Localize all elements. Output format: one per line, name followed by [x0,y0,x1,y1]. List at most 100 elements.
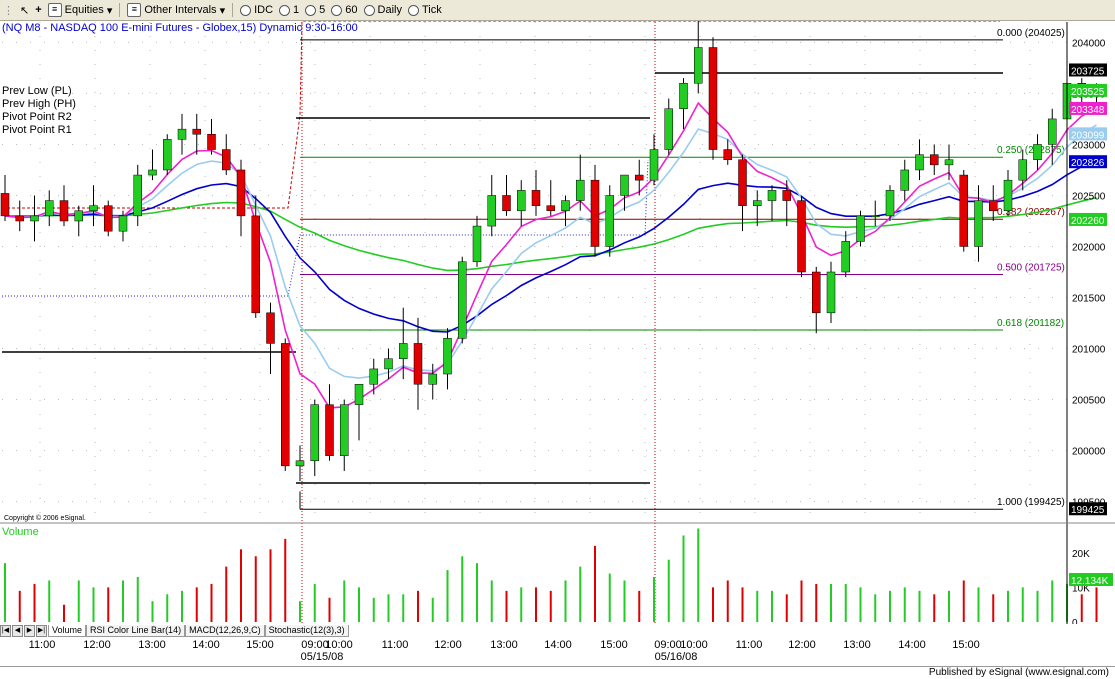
radio-icon [331,4,343,16]
candle-body [738,159,747,206]
fib-level-label: 0.618 (201182) [997,318,1064,329]
toolbar-grip: ⋮ [3,4,14,17]
price-tag-text: 203348 [1071,105,1105,116]
candle-body [133,174,142,217]
candle-body [295,460,305,467]
price-tag-text: 202826 [1071,158,1105,169]
candle-body [89,205,98,212]
time-tick-label: 11:00 [28,639,56,651]
candle-body [590,179,600,247]
radio-icon [279,4,291,16]
fib-level-label: 0.500 (201725) [997,263,1065,274]
next-tab-button[interactable]: ▶ [24,625,35,637]
candle-body [797,200,806,273]
interval-5[interactable]: 5 [302,1,328,19]
interval-1[interactable]: 1 [276,1,302,19]
candle-body [885,190,895,217]
candle-body [694,47,703,84]
tab-macd[interactable]: MACD(12,26,9,C) [185,625,265,637]
candle-body [0,193,10,217]
candle-body [15,215,24,222]
candle-body [251,215,260,314]
time-tick-label: 13:00 [490,639,518,651]
candle-body [428,373,437,385]
candle-body [222,149,231,171]
last-tab-button[interactable]: ▶| [36,625,47,637]
tab-volume[interactable]: Volume [48,625,87,637]
study-tabs: |◀ ◀ ▶ ▶| Volume RSI Color Line Bar(14) … [0,625,349,637]
cursor-tool-button[interactable]: ↖ [17,1,32,19]
candle-body [1018,159,1027,181]
candle-body [871,215,880,218]
time-tick-label: 12:00 [788,639,816,651]
candle-body [413,343,423,385]
tab-rsi-color-line-bar[interactable]: RSI Color Line Bar(14) [86,625,186,637]
price-tag-text: 203525 [1071,87,1105,98]
footer: Published by eSignal (www.esignal.com) [0,666,1115,679]
price-chart[interactable]: 0.000 (204025)0.250 (202875)0.382 (20226… [0,21,1115,624]
published-by-text: Published by eSignal (www.esignal.com) [928,667,1109,678]
candle-body [959,174,968,247]
candle-body [236,169,246,217]
candle-body [531,190,541,206]
other-intervals-dropdown[interactable]: ≡ Other Intervals ▾ [124,1,228,19]
candle-body [812,271,821,314]
candle-body [266,312,275,344]
candle-body [399,343,408,359]
candle-body [974,200,983,247]
candle-body [458,261,467,339]
legend-pivot-r1: Pivot Point R1 [2,124,72,136]
tab-stochastic[interactable]: Stochastic(12(3),3) [264,625,349,637]
volume-tick-label: 20K [1072,549,1090,560]
interval-60[interactable]: 60 [328,1,360,19]
price-tick-label: 201500 [1072,294,1106,305]
time-tick-label: 11:00 [735,639,763,651]
candle-body [340,404,349,456]
time-tick-label: 14:00 [898,639,926,651]
candle-body [354,383,364,405]
chart-title: (NQ M8 - NASDAQ 100 E-mini Futures - Glo… [2,22,358,34]
candle-body [443,338,452,375]
interval-idc[interactable]: IDC [237,1,276,19]
prev-tab-button[interactable]: ◀ [12,625,23,637]
time-tick-label: 15:00 [600,639,628,651]
candle-body [192,128,201,135]
price-tag-text: 203725 [1071,66,1105,77]
interval-icon: ≡ [127,3,142,17]
time-tick-label: 12:00 [83,639,111,651]
toolbar-divider [232,3,234,17]
candle-body [118,215,128,232]
candle-body [989,200,998,212]
time-tick-label: 13:00 [843,639,871,651]
candle-body [148,169,157,176]
radio-icon [408,4,419,16]
cursor-icon: ↖ [20,4,30,17]
copyright-text: Copyright © 2006 eSignal. [4,514,86,522]
interval-tick[interactable]: Tick [405,1,445,19]
candle-body [561,200,570,212]
candle-body [163,139,172,171]
time-tick-label: 15:00 [952,639,980,651]
time-tick-label: 11:00 [381,639,409,651]
candle-body [753,200,762,206]
price-tag-text: 203099 [1071,130,1105,141]
candle-body [310,404,319,462]
candle-body [325,404,334,456]
candle-body [45,200,54,217]
candle-body [708,47,718,150]
candle-body [649,149,659,181]
candle-body [369,368,378,385]
candle-body [207,133,216,150]
price-tick-label: 201000 [1072,345,1106,356]
symbol-type-dropdown[interactable]: ≡ Equities ▾ [45,1,116,19]
candle-body [723,149,732,161]
time-tick-label: 10:00 [325,639,353,651]
add-symbol-button[interactable]: + [32,1,44,19]
candle-body [826,271,836,314]
first-tab-button[interactable]: |◀ [0,625,11,637]
price-tick-label: 202500 [1072,191,1106,202]
interval-daily[interactable]: Daily [361,1,405,19]
legend-prev-high: Prev High (PH) [2,98,76,110]
candle-body [605,195,614,247]
pivot-r2-line [2,21,1000,209]
